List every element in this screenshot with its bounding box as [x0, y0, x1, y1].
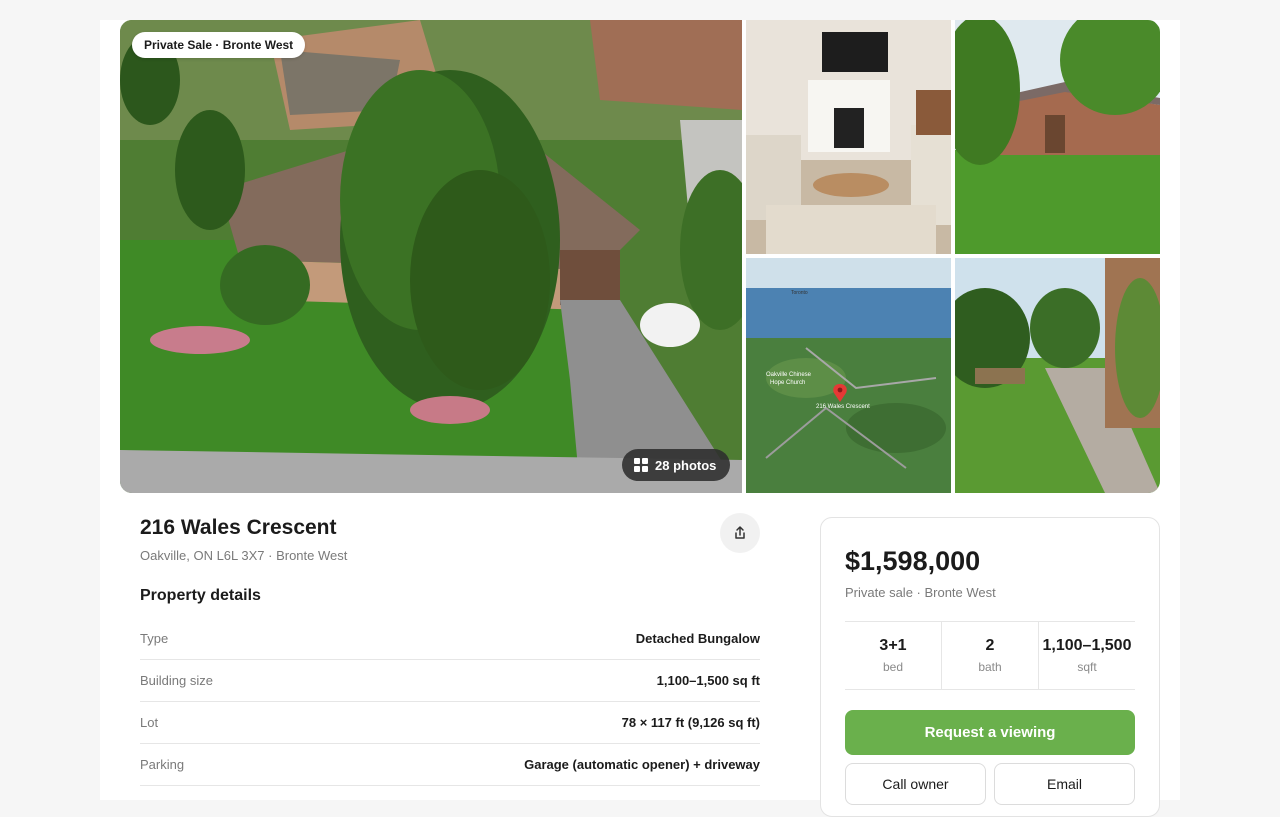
stat-value: 3+1 [879, 637, 907, 654]
email-button[interactable]: Email [994, 763, 1135, 805]
listing-page: Toronto Oakville Chinese Hope Church 216… [100, 20, 1180, 817]
detail-value: 78 × 117 ft (9,126 sq ft) [621, 715, 760, 730]
listing-address: Oakville, ON L6L 3X7 · Bronte West [140, 548, 348, 563]
svg-text:216 Wales Crescent: 216 Wales Crescent [816, 404, 870, 410]
listing-price: $1,598,000 [845, 546, 981, 576]
share-button[interactable] [720, 513, 760, 553]
detail-label: Parking [140, 757, 185, 772]
detail-row-lot: Lot 78 × 117 ft (9,126 sq ft) [140, 702, 760, 744]
detail-row-building-size: Building size 1,100–1,500 sq ft [140, 660, 760, 702]
aerial-house-photo[interactable] [120, 20, 742, 493]
svg-text:Hope Church: Hope Church [770, 380, 805, 386]
call-owner-button[interactable]: Call owner [845, 763, 986, 805]
stat-baths: 2 bath [942, 622, 1039, 689]
svg-text:Oakville Chinese: Oakville Chinese [766, 372, 812, 378]
stats-bar: 3+1 bed 2 bath 1,100–1,500 sqft [845, 621, 1135, 690]
price-card: $1,598,000 Private sale · Bronte West 3+… [820, 517, 1160, 817]
stat-value: 1,100–1,500 [1042, 637, 1132, 654]
sale-badge: Private Sale · Bronte West [132, 32, 306, 58]
stat-label: bed [882, 660, 904, 674]
svg-text:Toronto: Toronto [791, 290, 808, 296]
request-viewing-button[interactable]: Request a viewing [845, 710, 1135, 755]
living-room-photo[interactable] [746, 20, 951, 254]
detail-value: Detached Bungalow [635, 631, 760, 646]
backyard-photo[interactable] [955, 258, 1160, 493]
map-aerial-photo[interactable]: Toronto Oakville Chinese Hope Church 216… [746, 258, 951, 493]
detail-label: Type [140, 631, 169, 646]
property-details-heading: Property details [140, 587, 261, 604]
photos-button-label: 28 photos [655, 457, 717, 473]
stat-value: 2 [985, 637, 995, 654]
stat-label: sqft [1077, 660, 1097, 674]
price-subtitle: Private sale · Bronte West [845, 585, 996, 600]
detail-label: Building size [140, 673, 213, 688]
detail-value: Garage (automatic opener) + driveway [524, 757, 760, 772]
stat-sqft: 1,100–1,500 sqft [1039, 622, 1135, 689]
detail-value: 1,100–1,500 sq ft [656, 673, 760, 688]
stat-label: bath [978, 660, 1002, 674]
detail-label: Lot [140, 715, 159, 730]
property-details-table: Type Detached Bungalow Building size 1,1… [140, 618, 760, 786]
photo-gallery: Toronto Oakville Chinese Hope Church 216… [120, 20, 1160, 493]
front-lawn-photo[interactable] [955, 20, 1160, 254]
listing-title: 216 Wales Crescent [140, 516, 337, 539]
share-icon [735, 526, 745, 539]
view-all-photos-button[interactable]: 28 photos [622, 449, 731, 481]
detail-row-parking: Parking Garage (automatic opener) + driv… [140, 744, 760, 786]
detail-row-type: Type Detached Bungalow [140, 618, 760, 660]
stat-beds: 3+1 bed [845, 622, 942, 689]
grid-icon [634, 458, 648, 472]
